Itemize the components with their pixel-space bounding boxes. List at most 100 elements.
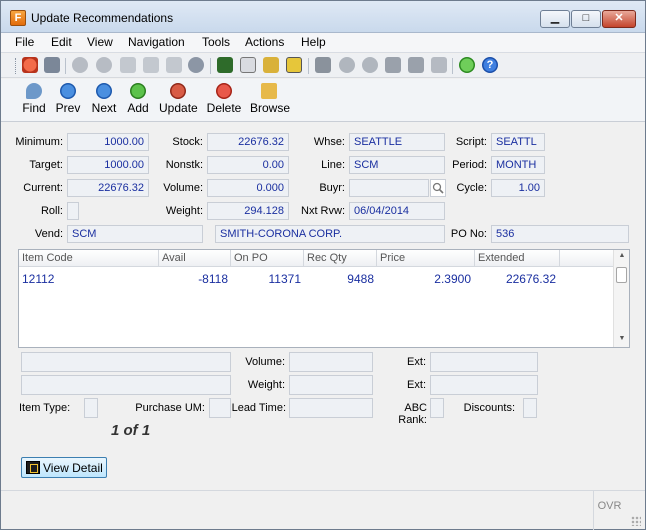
clipboard-icon[interactable] <box>217 57 233 73</box>
cancel-icon[interactable] <box>96 57 112 73</box>
menu-tools[interactable]: Tools <box>200 35 232 49</box>
detail-weight-field <box>289 375 373 395</box>
menu-help[interactable]: Help <box>299 35 328 49</box>
col-avail[interactable]: Avail <box>162 252 186 264</box>
status-bar: OVR <box>1 490 645 530</box>
whse-field[interactable]: SEATTLE <box>349 133 445 151</box>
browse-button[interactable]: Browse <box>250 83 290 119</box>
maximize-button[interactable]: □ <box>571 10 601 28</box>
checklist-icon[interactable] <box>286 57 302 73</box>
col-item-code[interactable]: Item Code <box>22 252 73 264</box>
cut-icon[interactable] <box>166 57 182 73</box>
ext-label-2: Ext: <box>407 379 426 391</box>
nxt-rvw-field[interactable]: 06/04/2014 <box>349 202 445 220</box>
weight-field[interactable]: 294.128 <box>207 202 289 220</box>
arrow-left-icon <box>60 83 76 99</box>
paste-icon[interactable] <box>143 57 159 73</box>
export-icon[interactable] <box>315 57 331 73</box>
add-button[interactable]: Add <box>126 83 150 119</box>
abc-rank-field <box>430 398 444 418</box>
move-right-icon[interactable] <box>408 57 424 73</box>
po-no-field[interactable]: 536 <box>491 225 629 243</box>
cycle-field[interactable]: 1.00 <box>491 179 545 197</box>
script-field[interactable]: SEATTL <box>491 133 545 151</box>
toolbar-grip[interactable] <box>15 58 18 74</box>
period-field[interactable]: MONTH <box>491 156 545 174</box>
navigation-toolbar: Find Prev Next Add Update Delete Browse <box>1 79 645 122</box>
vertical-scrollbar[interactable]: ▲ ▼ <box>613 250 629 347</box>
menu-view[interactable]: View <box>85 35 115 49</box>
detail-icon <box>26 461 40 474</box>
overwrite-indicator: OVR <box>593 491 625 530</box>
title-bar: F Update Recommendations ▁ □ ✕ <box>1 1 645 33</box>
find-button[interactable]: Find <box>21 83 47 119</box>
arrow-right-icon <box>96 83 112 99</box>
col-on-po[interactable]: On PO <box>234 252 268 264</box>
minimize-button[interactable]: ▁ <box>540 10 570 28</box>
update-button[interactable]: Update <box>159 83 198 119</box>
nonstk-field[interactable]: 0.00 <box>207 156 289 174</box>
abc-rank-label: ABC Rank: <box>398 402 427 426</box>
line-field[interactable]: SCM <box>349 156 445 174</box>
period-label: Period: <box>452 159 487 171</box>
cell-item-code: 12112 <box>22 272 55 286</box>
detail-weight-label: Weight: <box>247 379 285 391</box>
down-icon[interactable] <box>339 57 355 73</box>
vend-field[interactable]: SCM <box>67 225 203 243</box>
scroll-up-icon[interactable]: ▲ <box>614 252 630 259</box>
close-button[interactable]: ✕ <box>602 10 636 28</box>
vend-name-field: SMITH-CORONA CORP. <box>215 225 445 243</box>
stock-field[interactable]: 22676.32 <box>207 133 289 151</box>
purchase-um-field <box>209 398 231 418</box>
minimum-label: Minimum: <box>15 136 63 148</box>
resize-grip[interactable] <box>631 516 641 526</box>
menu-edit[interactable]: Edit <box>49 35 74 49</box>
target-field[interactable]: 1000.00 <box>67 156 149 174</box>
discounts-field <box>523 398 537 418</box>
current-label: Current: <box>23 182 63 194</box>
delete-circle-icon <box>216 83 232 99</box>
move-left-icon[interactable] <box>385 57 401 73</box>
next-button[interactable]: Next <box>90 83 118 119</box>
items-grid[interactable]: Item Code Avail On PO Rec Qty Price Exte… <box>18 249 630 348</box>
ext-field-1 <box>430 352 538 372</box>
buyr-lookup-button[interactable] <box>430 179 446 197</box>
line-label: Line: <box>321 159 345 171</box>
roll-checkbox[interactable] <box>67 202 79 220</box>
menu-bar: File Edit View Navigation Tools Actions … <box>1 33 645 53</box>
edit-icon[interactable] <box>263 57 279 73</box>
check-icon[interactable] <box>72 57 88 73</box>
ext-label-1: Ext: <box>407 356 426 368</box>
purchase-um-label: Purchase UM: <box>135 402 205 414</box>
cell-extended: 22676.32 <box>505 272 556 286</box>
help-icon[interactable]: ? <box>482 57 498 73</box>
col-rec-qty[interactable]: Rec Qty <box>307 252 347 264</box>
power-icon[interactable] <box>22 57 38 73</box>
document-icon[interactable] <box>240 57 256 73</box>
volume-field[interactable]: 0.000 <box>207 179 289 197</box>
toolbar: ? <box>1 54 645 78</box>
col-extended[interactable]: Extended <box>478 252 524 264</box>
buyr-field[interactable] <box>349 179 429 197</box>
scrollbar-thumb[interactable] <box>616 267 627 283</box>
scroll-down-icon[interactable]: ▼ <box>614 335 630 342</box>
view-detail-button[interactable]: View Detail <box>21 457 107 478</box>
detail-volume-label: Volume: <box>245 356 285 368</box>
menu-actions[interactable]: Actions <box>243 35 286 49</box>
grid-header: Item Code Avail On PO Rec Qty Price Exte… <box>19 250 613 267</box>
menu-navigation[interactable]: Navigation <box>126 35 187 49</box>
current-field[interactable]: 22676.32 <box>67 179 149 197</box>
delete-button[interactable]: Delete <box>206 83 242 119</box>
discounts-label: Discounts: <box>463 402 515 414</box>
minimum-field[interactable]: 1000.00 <box>67 133 149 151</box>
menu-file[interactable]: File <box>13 35 36 49</box>
copy-icon[interactable] <box>120 57 136 73</box>
up-icon[interactable] <box>362 57 378 73</box>
delete-icon[interactable] <box>431 57 447 73</box>
find-icon[interactable] <box>188 57 204 73</box>
chart-icon[interactable] <box>459 57 475 73</box>
prev-button[interactable]: Prev <box>55 83 81 119</box>
col-price[interactable]: Price <box>380 252 405 264</box>
copy-window-icon[interactable] <box>44 57 60 73</box>
ext-field-2 <box>430 375 538 395</box>
